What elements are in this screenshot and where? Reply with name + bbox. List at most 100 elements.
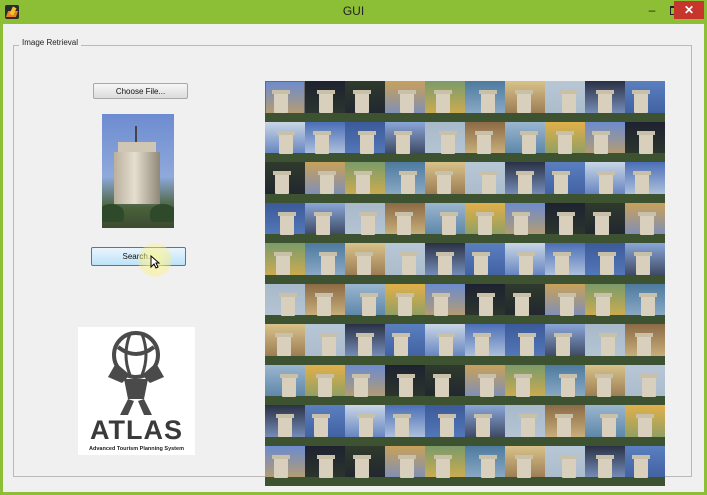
result-thumbnail[interactable] [425, 162, 465, 203]
result-thumbnail[interactable] [465, 405, 505, 446]
result-thumbnail[interactable] [265, 162, 305, 203]
result-thumbnail[interactable] [265, 364, 305, 405]
result-thumbnail[interactable] [385, 324, 425, 365]
result-thumbnail[interactable] [545, 121, 585, 162]
result-thumbnail[interactable] [465, 162, 505, 203]
result-thumbnail[interactable] [625, 202, 665, 243]
result-thumbnail[interactable] [505, 81, 545, 122]
result-thumbnail[interactable] [265, 121, 305, 162]
minimize-button[interactable]: – [641, 1, 663, 19]
title-bar[interactable]: GUI – ✕ [0, 0, 707, 24]
result-thumbnail[interactable] [425, 324, 465, 365]
result-thumbnail[interactable] [265, 445, 305, 486]
result-thumbnail[interactable] [625, 121, 665, 162]
result-thumbnail[interactable] [385, 202, 425, 243]
result-thumbnail[interactable] [465, 243, 505, 284]
result-thumbnail[interactable] [585, 243, 625, 284]
result-thumbnail[interactable] [345, 121, 385, 162]
result-thumbnail[interactable] [345, 364, 385, 405]
result-thumbnail[interactable] [345, 445, 385, 486]
result-thumbnail[interactable] [585, 81, 625, 122]
result-thumbnail[interactable] [625, 364, 665, 405]
result-thumbnail[interactable] [465, 445, 505, 486]
result-thumbnail[interactable] [625, 405, 665, 446]
result-thumbnail[interactable] [305, 81, 345, 122]
result-thumbnail[interactable] [345, 202, 385, 243]
result-thumbnail[interactable] [585, 405, 625, 446]
result-thumbnail[interactable] [305, 405, 345, 446]
result-thumbnail[interactable] [265, 324, 305, 365]
result-thumbnail[interactable] [465, 324, 505, 365]
result-thumbnail[interactable] [545, 202, 585, 243]
result-thumbnail[interactable] [505, 162, 545, 203]
result-thumbnail[interactable] [345, 324, 385, 365]
result-thumbnail[interactable] [545, 162, 585, 203]
result-thumbnail[interactable] [465, 364, 505, 405]
result-thumbnail[interactable] [265, 202, 305, 243]
result-thumbnail[interactable] [385, 81, 425, 122]
result-thumbnail[interactable] [305, 445, 345, 486]
result-thumbnail[interactable] [345, 405, 385, 446]
result-thumbnail[interactable] [265, 283, 305, 324]
result-thumbnail[interactable] [505, 324, 545, 365]
choose-file-button[interactable]: Choose File... [93, 83, 188, 99]
result-thumbnail[interactable] [465, 202, 505, 243]
result-thumbnail[interactable] [305, 121, 345, 162]
result-thumbnail[interactable] [345, 81, 385, 122]
result-thumbnail[interactable] [425, 283, 465, 324]
result-thumbnail[interactable] [385, 364, 425, 405]
result-thumbnail[interactable] [345, 283, 385, 324]
result-thumbnail[interactable] [425, 445, 465, 486]
result-thumbnail[interactable] [305, 364, 345, 405]
result-thumbnail[interactable] [585, 364, 625, 405]
result-thumbnail[interactable] [625, 162, 665, 203]
result-thumbnail[interactable] [545, 283, 585, 324]
result-thumbnail[interactable] [345, 162, 385, 203]
result-thumbnail[interactable] [265, 405, 305, 446]
result-thumbnail[interactable] [545, 243, 585, 284]
result-thumbnail[interactable] [425, 81, 465, 122]
result-thumbnail[interactable] [585, 121, 625, 162]
result-thumbnail[interactable] [585, 283, 625, 324]
result-thumbnail[interactable] [585, 162, 625, 203]
result-thumbnail[interactable] [545, 364, 585, 405]
result-thumbnail[interactable] [305, 324, 345, 365]
result-thumbnail[interactable] [305, 202, 345, 243]
result-thumbnail[interactable] [505, 243, 545, 284]
result-thumbnail[interactable] [385, 121, 425, 162]
result-thumbnail[interactable] [425, 202, 465, 243]
result-thumbnail[interactable] [625, 81, 665, 122]
result-thumbnail[interactable] [545, 405, 585, 446]
result-thumbnail[interactable] [505, 364, 545, 405]
result-thumbnail[interactable] [545, 324, 585, 365]
result-thumbnail[interactable] [505, 283, 545, 324]
result-thumbnail[interactable] [305, 283, 345, 324]
result-thumbnail[interactable] [385, 445, 425, 486]
result-thumbnail[interactable] [545, 445, 585, 486]
result-thumbnail[interactable] [385, 283, 425, 324]
result-thumbnail[interactable] [585, 324, 625, 365]
result-thumbnail[interactable] [505, 405, 545, 446]
result-thumbnail[interactable] [385, 243, 425, 284]
result-thumbnail[interactable] [505, 445, 545, 486]
result-thumbnail[interactable] [305, 162, 345, 203]
result-thumbnail[interactable] [425, 243, 465, 284]
result-thumbnail[interactable] [425, 364, 465, 405]
result-thumbnail[interactable] [385, 162, 425, 203]
result-thumbnail[interactable] [265, 243, 305, 284]
result-thumbnail[interactable] [465, 81, 505, 122]
result-thumbnail[interactable] [505, 121, 545, 162]
result-thumbnail[interactable] [425, 405, 465, 446]
result-thumbnail[interactable] [625, 243, 665, 284]
result-thumbnail[interactable] [385, 405, 425, 446]
result-thumbnail[interactable] [625, 283, 665, 324]
result-thumbnail[interactable] [585, 445, 625, 486]
close-button[interactable]: ✕ [674, 1, 704, 19]
result-thumbnail[interactable] [465, 121, 505, 162]
result-thumbnail[interactable] [625, 324, 665, 365]
result-thumbnail[interactable] [625, 445, 665, 486]
result-thumbnail[interactable] [585, 202, 625, 243]
result-thumbnail[interactable] [465, 283, 505, 324]
result-thumbnail[interactable] [425, 121, 465, 162]
result-thumbnail[interactable] [345, 243, 385, 284]
